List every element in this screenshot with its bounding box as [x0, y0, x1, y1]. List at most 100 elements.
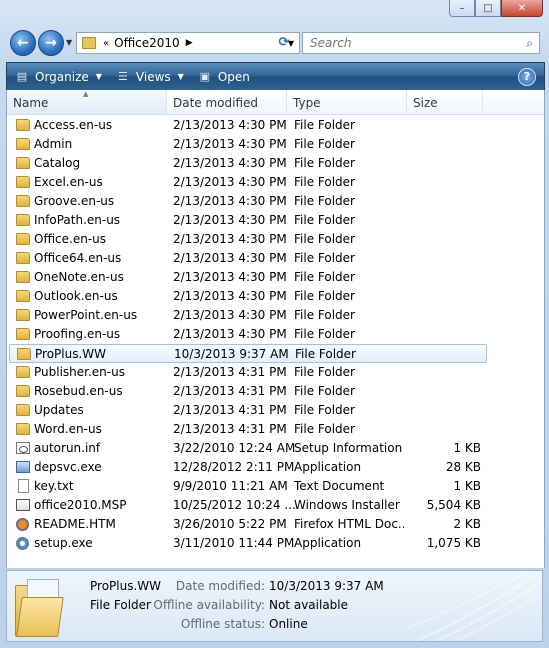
file-date-modified: 12/28/2012 2:11 PM [173, 460, 295, 474]
search-input[interactable] [308, 35, 512, 51]
file-type: File Folder [294, 118, 355, 132]
file-row[interactable]: setup.exe 3/11/2010 11:44 PM Application 1,… [9, 534, 487, 553]
back-arrow-icon: ← [17, 35, 29, 51]
file-row[interactable]: README.HTM 3/26/2010 5:22 PM Firefox HTML … [9, 515, 487, 534]
file-row[interactable]: Updates 2/13/2013 4:31 PM File Folder [9, 401, 487, 420]
file-name: README.HTM [34, 517, 116, 531]
file-name: Excel.en-us [34, 175, 103, 189]
file-row[interactable]: Excel.en-us 2/13/2013 4:30 PM File Folder [9, 173, 487, 192]
minimize-button[interactable]: – [449, 0, 475, 17]
file-date-modified: 3/22/2010 12:24 AM [173, 441, 296, 455]
window-controls: – □ ✕ [449, 0, 543, 17]
folder-icon [16, 366, 30, 378]
chevron-down-icon: ▼ [177, 72, 184, 81]
folder-icon [16, 385, 30, 397]
file-type: Setup Information [294, 441, 403, 455]
search-box[interactable]: ⌕ [302, 32, 540, 54]
file-name: Publisher.en-us [34, 365, 125, 379]
search-icon[interactable]: ⌕ [526, 36, 533, 51]
file-type: File Folder [294, 327, 355, 341]
views-button[interactable]: ☰ Views ▼ [116, 70, 184, 84]
file-name: office2010.MSP [34, 498, 127, 512]
column-header-size[interactable]: Size [407, 90, 483, 114]
breadcrumb-overflow[interactable]: « [103, 38, 109, 49]
address-bar[interactable]: « Office2010 ▶ ▼ [76, 32, 300, 54]
file-row[interactable]: InfoPath.en-us 2/13/2013 4:30 PM File Fold… [9, 211, 487, 230]
file-name: Catalog [34, 156, 81, 170]
file-row[interactable]: Proofing.en-us 2/13/2013 4:30 PM File Fold… [9, 325, 487, 344]
help-button[interactable]: ? [518, 68, 536, 86]
open-label: Open [217, 69, 250, 84]
file-name: Admin [34, 137, 73, 151]
folder-icon [16, 157, 30, 169]
breadcrumb-current[interactable]: Office2010 [114, 36, 180, 50]
file-date-modified: 2/13/2013 4:30 PM [173, 137, 287, 151]
file-date-modified: 2/13/2013 4:30 PM [173, 118, 287, 132]
folder-icon [16, 423, 30, 435]
file-date-modified: 2/13/2013 4:31 PM [173, 422, 287, 436]
open-button[interactable]: ▣ Open [198, 70, 250, 84]
back-button[interactable]: ← [10, 30, 36, 56]
file-row[interactable]: ProPlus.WW 10/3/2013 9:37 AM File Folder [9, 344, 487, 363]
folder-icon [16, 233, 30, 245]
file-date-modified: 9/9/2010 11:21 AM [173, 479, 288, 493]
file-size: 2 KB [453, 517, 481, 531]
organize-button[interactable]: ▤ Organize ▼ [15, 70, 102, 84]
close-button[interactable]: ✕ [501, 0, 543, 17]
organize-label: Organize [35, 69, 89, 84]
explorer-window: – □ ✕ ← → ▼ « Office2010 ▶ ▼ ⟳ ⌕ ▤ Organ… [0, 0, 549, 648]
file-row[interactable]: depsvc.exe 12/28/2012 2:11 PM Application 2… [9, 458, 487, 477]
file-size: 1,075 KB [426, 536, 481, 550]
file-type: File Folder [294, 270, 355, 284]
column-header-type[interactable]: Type [287, 90, 407, 114]
file-row[interactable]: Outlook.en-us 2/13/2013 4:30 PM File Folde… [9, 287, 487, 306]
file-type: File Folder [294, 422, 355, 436]
file-row[interactable]: office2010.MSP 10/25/2012 10:24 ... Window… [9, 496, 487, 515]
file-row[interactable]: Office64.en-us 2/13/2013 4:30 PM File Fold… [9, 249, 487, 268]
file-date-modified: 2/13/2013 4:30 PM [173, 289, 287, 303]
organize-icon: ▤ [16, 69, 28, 83]
setup-icon [16, 537, 29, 550]
file-type: File Folder [294, 156, 355, 170]
file-list: Name ▲ Date modified Type Size Access.en… [6, 90, 545, 568]
file-date-modified: 3/26/2010 5:22 PM [173, 517, 287, 531]
details-offline-availability-value: Not available [269, 598, 349, 612]
sort-ascending-icon: ▲ [83, 90, 89, 98]
recent-pages-dropdown[interactable]: ▼ [66, 38, 72, 47]
file-row[interactable]: Catalog 2/13/2013 4:30 PM File Folder [9, 154, 487, 173]
file-name: Office.en-us [34, 232, 107, 246]
details-date-modified-value: 10/3/2013 9:37 AM [269, 579, 384, 593]
file-date-modified: 2/13/2013 4:30 PM [173, 327, 287, 341]
file-row[interactable]: autorun.inf 3/22/2010 12:24 AM Setup Infor… [9, 439, 487, 458]
file-date-modified: 2/13/2013 4:30 PM [173, 251, 287, 265]
breadcrumb-chevron-icon[interactable]: ▶ [186, 38, 193, 48]
file-name: Office64.en-us [34, 251, 122, 265]
file-row[interactable]: PowerPoint.en-us 2/13/2013 4:30 PM File Fo… [9, 306, 487, 325]
file-size: 5,504 KB [426, 498, 481, 512]
file-row[interactable]: OneNote.en-us 2/13/2013 4:30 PM File Folde… [9, 268, 487, 287]
file-row[interactable]: key.txt 9/9/2010 11:21 AM Text Document 1 K… [9, 477, 487, 496]
file-row[interactable]: Rosebud.en-us 2/13/2013 4:31 PM File Folde… [9, 382, 487, 401]
column-header-date-modified[interactable]: Date modified [167, 90, 287, 114]
file-date-modified: 2/13/2013 4:31 PM [173, 365, 287, 379]
folder-icon [16, 138, 30, 150]
file-type: File Folder [294, 289, 355, 303]
file-row[interactable]: Word.en-us 2/13/2013 4:31 PM File Folder [9, 420, 487, 439]
maximize-button[interactable]: □ [475, 0, 501, 17]
file-type: File Folder [294, 365, 355, 379]
file-name: Outlook.en-us [34, 289, 118, 303]
file-row[interactable]: Admin 2/13/2013 4:30 PM File Folder [9, 135, 487, 154]
file-name: autorun.inf [34, 441, 101, 455]
file-size: 1 KB [453, 441, 481, 455]
forward-button[interactable]: → [38, 30, 64, 56]
refresh-button[interactable]: ⟳ [272, 32, 296, 52]
file-size: 28 KB [445, 460, 481, 474]
file-row[interactable]: Groove.en-us 2/13/2013 4:30 PM File Folder [9, 192, 487, 211]
file-row[interactable]: Office.en-us 2/13/2013 4:30 PM File Folder [9, 230, 487, 249]
file-name: Updates [34, 403, 84, 417]
file-date-modified: 2/13/2013 4:31 PM [173, 384, 287, 398]
file-row[interactable]: Publisher.en-us 2/13/2013 4:31 PM File Fol… [9, 363, 487, 382]
file-type: Application [294, 536, 362, 550]
file-row[interactable]: Access.en-us 2/13/2013 4:30 PM File Folder [9, 116, 487, 135]
file-type: File Folder [294, 403, 355, 417]
